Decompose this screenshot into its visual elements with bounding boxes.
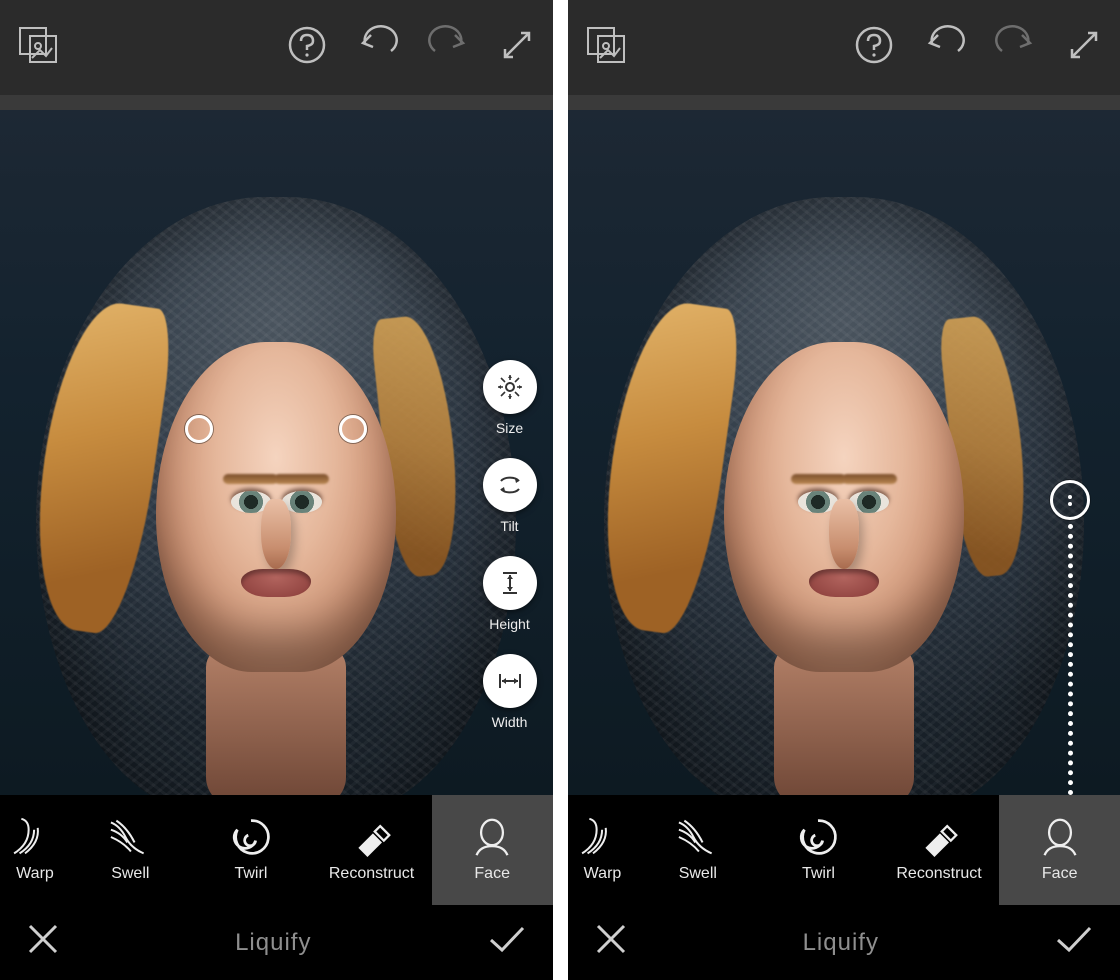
tool-label: Warp: [16, 865, 54, 883]
face-option-tilt[interactable]: Tilt: [483, 458, 537, 534]
cancel-button[interactable]: [594, 922, 628, 963]
apply-button[interactable]: [487, 922, 527, 963]
face-option-label: Tilt: [500, 518, 518, 534]
tool-warp[interactable]: Warp: [0, 795, 70, 905]
size-icon: [483, 360, 537, 414]
compare-icon[interactable]: [586, 26, 628, 69]
confirm-bar: Liquify: [0, 905, 553, 980]
face-option-width[interactable]: Width: [483, 654, 537, 730]
liquify-tools: Warp Swell Twirl Reconstruct Face: [0, 795, 553, 905]
tool-swell[interactable]: Swell: [638, 795, 759, 905]
fullscreen-icon[interactable]: [1066, 27, 1102, 68]
tool-warp[interactable]: Warp: [568, 795, 638, 905]
tool-label: Warp: [584, 865, 622, 883]
face-option-height[interactable]: Height: [483, 556, 537, 632]
apply-button[interactable]: [1054, 922, 1094, 963]
tool-label: Swell: [679, 865, 717, 883]
help-icon[interactable]: [287, 25, 327, 70]
tool-swell[interactable]: Swell: [70, 795, 191, 905]
tool-reconstruct[interactable]: Reconstruct: [311, 795, 432, 905]
portrait-image: [0, 110, 553, 795]
tool-label: Swell: [111, 865, 149, 883]
help-icon[interactable]: [854, 25, 894, 70]
slider-track: [1068, 524, 1073, 795]
mode-title: Liquify: [235, 929, 311, 957]
tool-face[interactable]: Face: [432, 795, 553, 905]
tool-twirl[interactable]: Twirl: [191, 795, 312, 905]
redo-icon[interactable]: [427, 25, 471, 70]
fullscreen-icon[interactable]: [499, 27, 535, 68]
liquify-tools: Warp Swell Twirl Reconstruct Face: [568, 795, 1120, 905]
image-canvas[interactable]: Size Tilt Height: [0, 110, 553, 795]
jaw-slider[interactable]: [1050, 480, 1090, 795]
mode-title: Liquify: [803, 929, 879, 957]
image-canvas[interactable]: [568, 110, 1120, 795]
cancel-button[interactable]: [26, 922, 60, 963]
undo-icon[interactable]: [922, 25, 966, 70]
tool-reconstruct[interactable]: Reconstruct: [879, 795, 1000, 905]
tool-label: Reconstruct: [896, 865, 981, 883]
width-icon: [483, 654, 537, 708]
top-toolbar: [0, 0, 553, 95]
screenshot-left: Size Tilt Height: [0, 0, 553, 980]
tool-label: Face: [474, 865, 510, 883]
tool-label: Face: [1042, 865, 1078, 883]
slider-handle[interactable]: [1050, 480, 1090, 520]
height-icon: [483, 556, 537, 610]
face-option-label: Size: [496, 420, 523, 436]
screenshot-right: Warp Swell Twirl Reconstruct Face: [568, 0, 1120, 980]
portrait-image: [568, 110, 1120, 795]
eye-marker-left[interactable]: [185, 415, 213, 443]
tool-twirl[interactable]: Twirl: [758, 795, 879, 905]
tool-label: Reconstruct: [329, 865, 414, 883]
tool-face[interactable]: Face: [999, 795, 1120, 905]
top-toolbar: [568, 0, 1120, 95]
face-option-label: Width: [492, 714, 528, 730]
tool-label: Twirl: [802, 865, 835, 883]
face-option-size[interactable]: Size: [483, 360, 537, 436]
separator: [568, 95, 1120, 110]
face-option-label: Height: [489, 616, 529, 632]
redo-icon[interactable]: [994, 25, 1038, 70]
tool-label: Twirl: [234, 865, 267, 883]
compare-icon[interactable]: [18, 26, 60, 69]
tilt-icon: [483, 458, 537, 512]
face-eye-options: Size Tilt Height: [483, 360, 537, 730]
separator: [0, 95, 553, 110]
undo-icon[interactable]: [355, 25, 399, 70]
confirm-bar: Liquify: [568, 905, 1120, 980]
